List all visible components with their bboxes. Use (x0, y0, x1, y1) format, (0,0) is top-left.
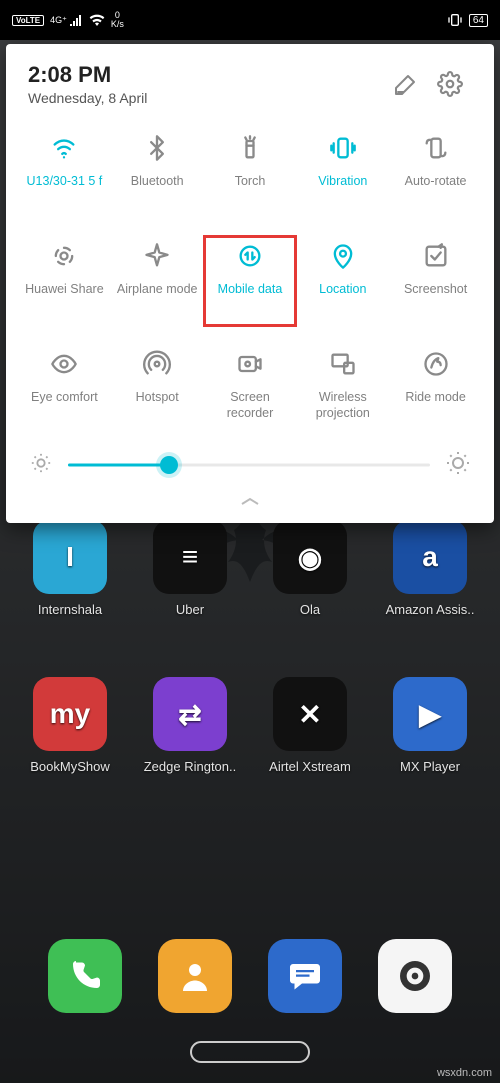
app-label: Uber (140, 602, 240, 617)
location-icon (329, 240, 357, 272)
tile-label: Huawei Share (25, 282, 104, 314)
dock-settings[interactable] (378, 939, 452, 1013)
home-screen: I Internshala ≡ Uber ◉ Ola a Amazon Assis.. my B… (0, 520, 500, 834)
tile-label: U13/30-31 5 f (27, 174, 103, 206)
screenshot-icon (422, 240, 450, 272)
app-ola[interactable]: ◉ Ola (260, 520, 360, 617)
signal-icon: 4G⁺ (50, 14, 83, 26)
battery-icon: 64 (469, 14, 488, 27)
status-bar: VoLTE 4G⁺ 0 K/s 64 (0, 0, 500, 40)
tile-eyecomfort[interactable]: Eye comfort (18, 344, 111, 434)
brightness-row (16, 440, 484, 486)
nav-gesture-pill[interactable] (190, 1041, 310, 1063)
tile-label: Hotspot (136, 390, 179, 422)
tile-label: Vibration (318, 174, 367, 206)
tile-location[interactable]: Location (296, 236, 389, 326)
tile-label: Airplane mode (117, 282, 198, 314)
eye-icon (50, 348, 78, 380)
app-zedge-rington-[interactable]: ⇄ Zedge Rington.. (140, 677, 240, 774)
app-amazon-assis-[interactable]: a Amazon Assis.. (380, 520, 480, 617)
tile-label: Auto-rotate (405, 174, 467, 206)
app-bookmyshow[interactable]: my BookMyShow (20, 677, 120, 774)
expand-chevron-icon[interactable] (16, 486, 484, 513)
app-label: MX Player (380, 759, 480, 774)
airplane-icon (143, 240, 171, 272)
tile-screenshot[interactable]: Screenshot (389, 236, 482, 326)
tile-wifi[interactable]: U13/30-31 5 f (18, 128, 111, 218)
app-label: Ola (260, 602, 360, 617)
dock-messages[interactable] (268, 939, 342, 1013)
share-icon (50, 240, 78, 272)
vibration-icon (329, 132, 357, 164)
time: 2:08 PM (28, 62, 384, 88)
app-tile: I (33, 520, 107, 594)
watermark: wsxdn.com (437, 1067, 492, 1079)
wifi-icon (50, 132, 78, 164)
tile-autorotate[interactable]: Auto-rotate (389, 128, 482, 218)
hotspot-icon (143, 348, 171, 380)
app-label: BookMyShow (20, 759, 120, 774)
tile-label: Wireless projection (298, 390, 387, 422)
tile-label: Screenshot (404, 282, 467, 314)
dock-phone[interactable] (48, 939, 122, 1013)
app-tile: ✕ (273, 677, 347, 751)
clock: 2:08 PM Wednesday, 8 April (28, 62, 384, 106)
tile-airplane[interactable]: Airplane mode (111, 236, 204, 326)
edit-icon[interactable] (384, 62, 428, 106)
settings-icon[interactable] (428, 62, 472, 106)
volte-badge: VoLTE (12, 15, 44, 26)
brightness-slider[interactable] (68, 450, 430, 480)
quick-tiles-grid: U13/30-31 5 f Bluetooth Torch Vibration Auto… (16, 118, 484, 440)
app-internshala[interactable]: I Internshala (20, 520, 120, 617)
tile-bluetooth[interactable]: Bluetooth (111, 128, 204, 218)
tile-label: Mobile data (218, 282, 283, 314)
app-uber[interactable]: ≡ Uber (140, 520, 240, 617)
tile-huaweishare[interactable]: Huawei Share (18, 236, 111, 326)
dock (0, 939, 500, 1013)
app-label: Zedge Rington.. (140, 759, 240, 774)
tile-vibration[interactable]: Vibration (296, 128, 389, 218)
date: Wednesday, 8 April (28, 90, 384, 106)
wifi-status-icon (89, 14, 105, 26)
tile-torch[interactable]: Torch (204, 128, 297, 218)
app-tile: ◉ (273, 520, 347, 594)
rotate-icon (422, 132, 450, 164)
tile-label: Eye comfort (31, 390, 98, 422)
tile-label: Ride mode (405, 390, 465, 422)
tile-mobiledata[interactable]: Mobile data (204, 236, 297, 326)
tile-projection[interactable]: Wireless projection (296, 344, 389, 434)
brightness-high-icon (446, 451, 470, 480)
app-label: Internshala (20, 602, 120, 617)
torch-icon (236, 132, 264, 164)
app-tile: ▶ (393, 677, 467, 751)
tile-label: Location (319, 282, 366, 314)
tile-label: Screen recorder (206, 390, 295, 422)
tile-recorder[interactable]: Screen recorder (204, 344, 297, 434)
app-label: Airtel Xstream (260, 759, 360, 774)
app-mx-player[interactable]: ▶ MX Player (380, 677, 480, 774)
tile-label: Bluetooth (131, 174, 184, 206)
app-airtel-xstream[interactable]: ✕ Airtel Xstream (260, 677, 360, 774)
network-speed: 0 K/s (111, 11, 124, 29)
tile-ridemode[interactable]: Ride mode (389, 344, 482, 434)
recorder-icon (236, 348, 264, 380)
data-icon (236, 240, 264, 272)
app-tile: my (33, 677, 107, 751)
app-tile: ⇄ (153, 677, 227, 751)
app-label: Amazon Assis.. (380, 602, 480, 617)
ride-icon (422, 348, 450, 380)
tile-label: Torch (235, 174, 266, 206)
cast-icon (329, 348, 357, 380)
bluetooth-icon (143, 132, 171, 164)
brightness-low-icon (30, 452, 52, 479)
quick-settings-panel: 2:08 PM Wednesday, 8 April U13/30-31 5 f… (6, 44, 494, 523)
dock-contacts[interactable] (158, 939, 232, 1013)
app-tile: a (393, 520, 467, 594)
tile-hotspot[interactable]: Hotspot (111, 344, 204, 434)
vibrate-status-icon (447, 13, 463, 27)
app-tile: ≡ (153, 520, 227, 594)
